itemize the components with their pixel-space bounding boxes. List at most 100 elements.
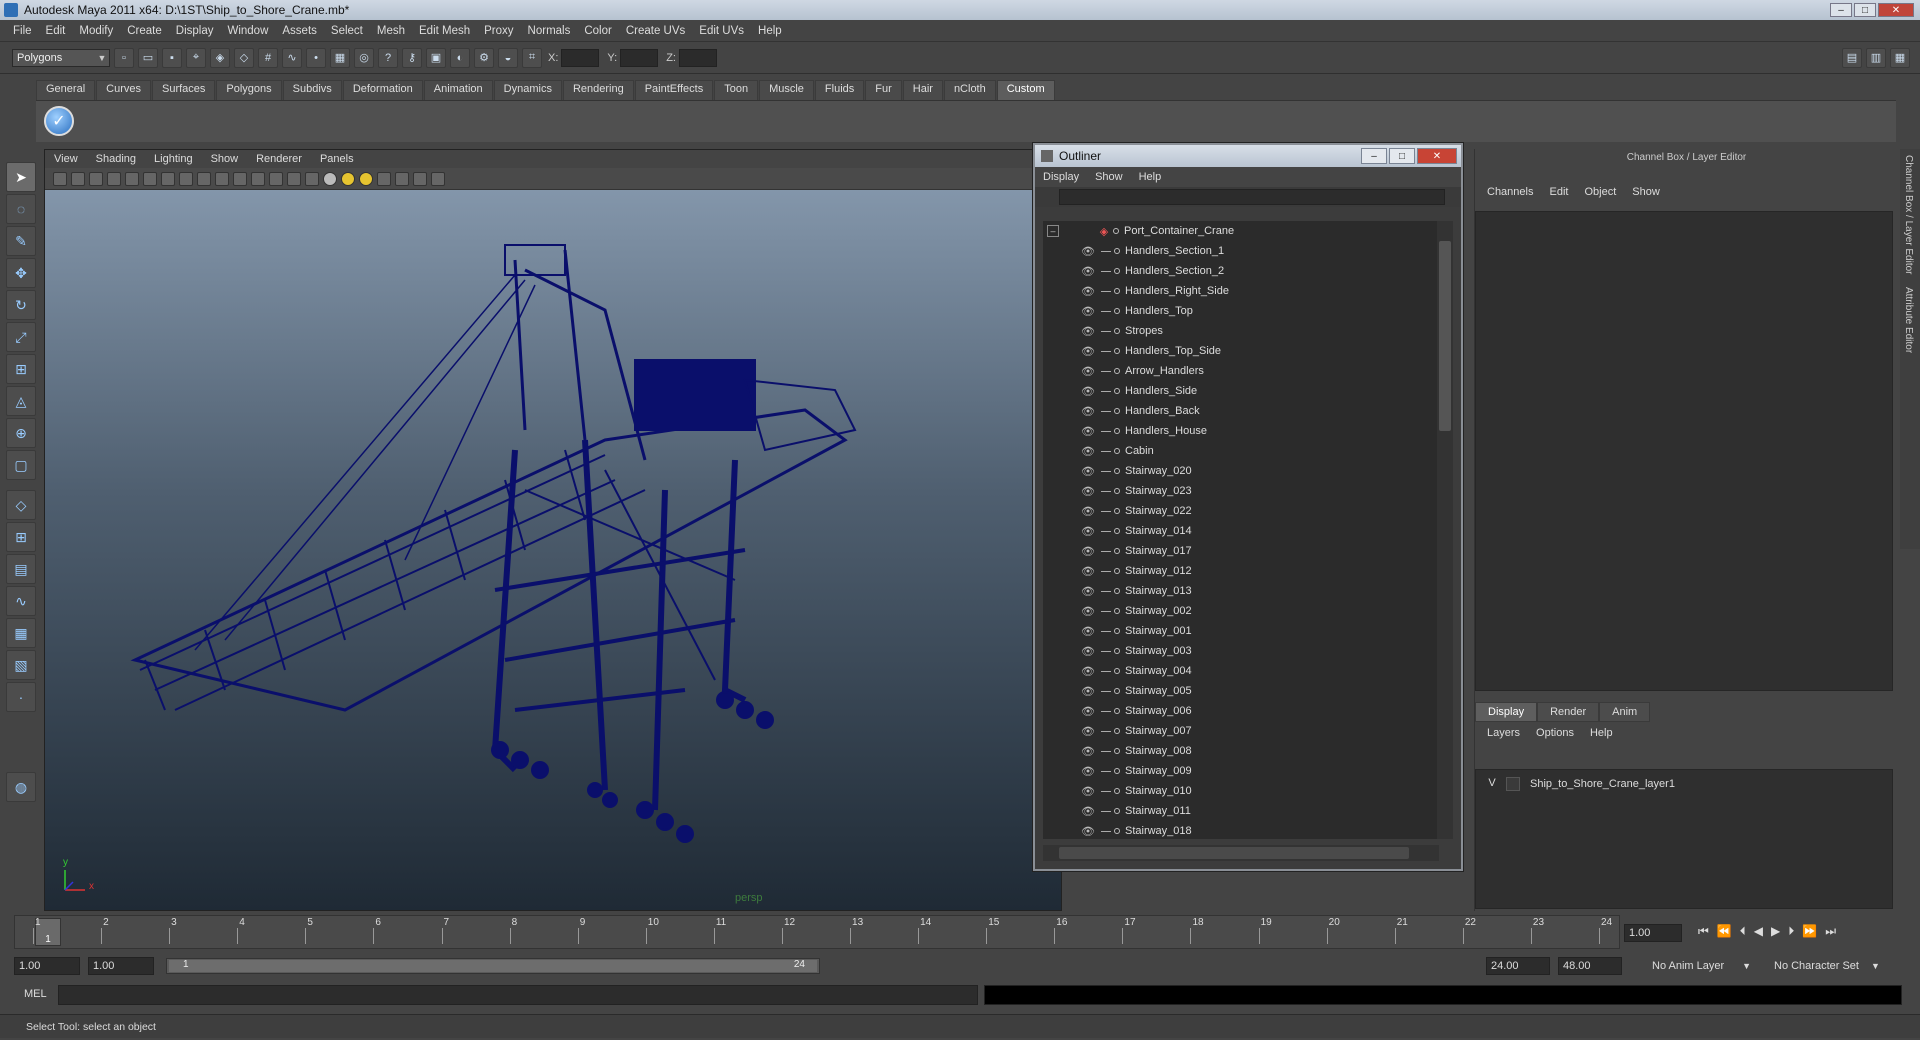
isolate-select-icon[interactable] <box>377 171 391 186</box>
menu-edit[interactable]: Edit <box>39 25 73 37</box>
shelf-tab-surfaces[interactable]: Surfaces <box>151 80 216 100</box>
render-settings-icon[interactable]: ⚙ <box>474 47 494 68</box>
outliner-item[interactable]: 👁 Handlers_Side <box>1043 381 1439 401</box>
menu-set-selector[interactable]: Polygons ▼ <box>12 48 110 67</box>
smooth-shade-icon[interactable] <box>269 171 283 186</box>
shelf-tab-curves[interactable]: Curves <box>96 80 151 100</box>
hypershade-icon[interactable]: ◒ <box>498 47 518 68</box>
hud-icon[interactable] <box>431 171 445 186</box>
outliner-item[interactable]: 👁 Stairway_023 <box>1043 481 1439 501</box>
outliner-item[interactable]: 👁 Stairway_007 <box>1043 721 1439 741</box>
outliner-maximize-button[interactable]: □ <box>1389 148 1415 164</box>
side-tab-channel-box[interactable]: Channel Box / Layer Editor <box>1900 149 1917 281</box>
wireframe-icon[interactable] <box>251 171 265 186</box>
outliner-item[interactable]: 👁 Stairway_010 <box>1043 781 1439 801</box>
grid-icon[interactable] <box>125 171 139 186</box>
layer-tab-display[interactable]: Display <box>1475 702 1538 722</box>
outliner-item[interactable]: 👁 Stairway_004 <box>1043 661 1439 681</box>
coord-y-input[interactable] <box>620 48 659 67</box>
viewport-menu-show[interactable]: Show <box>202 153 248 165</box>
command-input[interactable] <box>58 985 978 1005</box>
start-time-field[interactable]: 1.00 <box>14 957 80 975</box>
perspective-viewport[interactable]: View Shading Lighting Show Renderer Panels <box>44 149 1062 911</box>
ipr-render-icon[interactable]: ◐ <box>450 47 470 68</box>
menu-create[interactable]: Create <box>120 25 169 37</box>
menu-edit-uvs[interactable]: Edit UVs <box>692 25 751 37</box>
open-scene-icon[interactable]: ▭ <box>138 47 158 68</box>
outliner-item[interactable]: 👁 Handlers_Section_1 <box>1043 241 1439 261</box>
shelf-tab-custom[interactable]: Custom <box>996 80 1055 100</box>
menu-normals[interactable]: Normals <box>521 25 578 37</box>
end-time-field[interactable]: 48.00 <box>1558 957 1622 975</box>
menu-color[interactable]: Color <box>577 25 618 37</box>
outliner-titlebar[interactable]: Outliner – □ ✕ <box>1035 145 1461 167</box>
paint-select-icon[interactable]: ✎ <box>6 226 36 256</box>
viewport-menu-shading[interactable]: Shading <box>87 153 145 165</box>
soft-mod-icon[interactable]: ◬ <box>6 386 36 416</box>
crane-wireframe-model[interactable] <box>45 190 1063 880</box>
shelf-tab-dynamics[interactable]: Dynamics <box>493 80 562 100</box>
shelf-tab-painteffects[interactable]: PaintEffects <box>634 80 714 100</box>
move-tool-icon[interactable]: ✥ <box>6 258 36 288</box>
outliner-item[interactable]: 👁 Cabin <box>1043 441 1439 461</box>
outliner-item[interactable]: 👁 Stropes <box>1043 321 1439 341</box>
menu-proxy[interactable]: Proxy <box>477 25 520 37</box>
channel-menu-channels[interactable]: Channels <box>1479 186 1541 198</box>
film-gate-icon[interactable] <box>143 171 157 186</box>
menu-file[interactable]: File <box>6 25 39 37</box>
outliner-item[interactable]: 👁 Stairway_012 <box>1043 561 1439 581</box>
side-tab-attribute-editor[interactable]: Attribute Editor <box>1900 281 1917 359</box>
command-language-label[interactable]: MEL <box>24 988 47 1000</box>
toggle-channelbox-icon[interactable]: ▦ <box>1890 47 1910 68</box>
bookmark-icon[interactable] <box>89 171 103 186</box>
snap-grid-icon[interactable]: # <box>258 47 278 68</box>
channel-box-pane[interactable] <box>1475 211 1893 691</box>
collapse-icon[interactable]: – <box>1047 225 1059 237</box>
outliner-layout-icon[interactable]: ▤ <box>6 554 36 584</box>
lock-icon[interactable]: ⚷ <box>402 47 422 68</box>
outliner-item[interactable]: 👁 Stairway_020 <box>1043 461 1439 481</box>
channel-menu-edit[interactable]: Edit <box>1541 186 1576 198</box>
toggle-attribute-icon[interactable]: ▥ <box>1866 47 1886 68</box>
outliner-item[interactable]: 👁 Arrow_Handlers <box>1043 361 1439 381</box>
outliner-item[interactable]: 👁 Stairway_001 <box>1043 621 1439 641</box>
select-object-icon[interactable]: ◈ <box>210 47 230 68</box>
hypershade-layout-icon[interactable]: ▦ <box>6 618 36 648</box>
menu-help[interactable]: Help <box>751 25 789 37</box>
shelf-tab-muscle[interactable]: Muscle <box>759 80 814 100</box>
shelf-tab-subdivs[interactable]: Subdivs <box>282 80 342 100</box>
toggle-panel-icon[interactable]: ▤ <box>1842 47 1862 68</box>
resolution-gate-icon[interactable] <box>161 171 175 186</box>
xray-joints-icon[interactable] <box>413 171 427 186</box>
outliner-menu-display[interactable]: Display <box>1035 171 1087 183</box>
shadows-icon[interactable] <box>359 171 373 186</box>
single-perspective-layout-icon[interactable]: ◇ <box>6 490 36 520</box>
menu-window[interactable]: Window <box>220 25 275 37</box>
menu-mesh[interactable]: Mesh <box>370 25 412 37</box>
snap-curve-icon[interactable]: ∿ <box>282 47 302 68</box>
input-line-icon[interactable]: ⌗ <box>522 47 542 68</box>
default-light-icon[interactable] <box>323 171 337 186</box>
layer-menu-layers[interactable]: Layers <box>1479 727 1528 739</box>
play-forward-icon[interactable]: ▶ <box>1771 924 1780 939</box>
shelf-tab-deformation[interactable]: Deformation <box>342 80 423 100</box>
outliner-item[interactable]: 👁 Handlers_House <box>1043 421 1439 441</box>
step-forward-key-icon[interactable]: ⏩ <box>1802 924 1817 939</box>
outliner-item[interactable]: 👁 Stairway_013 <box>1043 581 1439 601</box>
lasso-tool-icon[interactable]: ◌ <box>6 194 36 224</box>
viewport-menu-panels[interactable]: Panels <box>311 153 363 165</box>
camera-icon[interactable] <box>53 171 67 186</box>
outliner-item[interactable]: 👁 Handlers_Top_Side <box>1043 341 1439 361</box>
character-set-dropdown[interactable]: No Character Set ▼ <box>1774 958 1880 974</box>
shelf-tab-ncloth[interactable]: nCloth <box>943 80 996 100</box>
layer-tab-render[interactable]: Render <box>1537 702 1600 722</box>
current-time-field[interactable]: 1.00 <box>1624 924 1682 942</box>
outliner-minimize-button[interactable]: – <box>1361 148 1387 164</box>
outliner-item[interactable]: 👁 Stairway_006 <box>1043 701 1439 721</box>
shelf-tab-fur[interactable]: Fur <box>865 80 902 100</box>
field-chart-icon[interactable] <box>197 171 211 186</box>
xray-icon[interactable] <box>395 171 409 186</box>
image-plane-icon[interactable] <box>107 171 121 186</box>
layer-row[interactable]: V Ship_to_Shore_Crane_layer1 <box>1476 774 1892 794</box>
close-button[interactable]: ✕ <box>1878 3 1914 17</box>
